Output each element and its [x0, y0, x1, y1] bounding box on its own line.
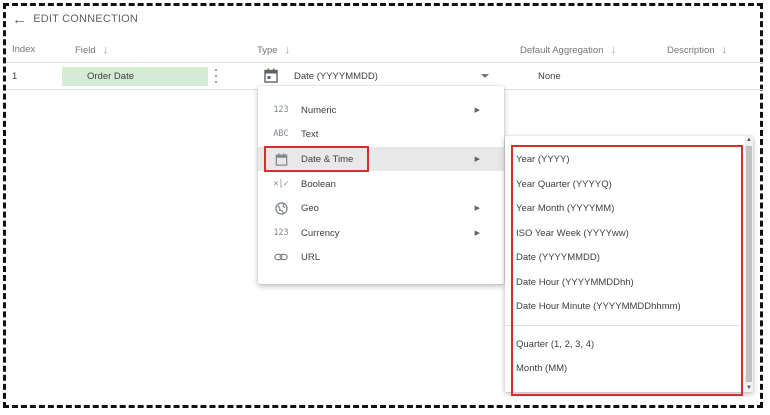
column-header-field[interactable]: Field ↓ [75, 44, 108, 56]
menu-item-text[interactable]: ABC Text [258, 122, 504, 146]
globe-icon [272, 201, 290, 215]
type-menu: 123 Numeric ▶ ABC Text Date & Time ▶ ×|✓… [258, 86, 504, 284]
highlight-box-submenu [511, 145, 743, 396]
scroll-down-icon[interactable]: ▼ [746, 385, 752, 391]
arrow-left-icon[interactable]: ← [12, 12, 27, 27]
submenu-scrollbar-thumb[interactable] [746, 146, 752, 382]
submenu-arrow-icon: ▶ [474, 205, 480, 212]
sort-arrow-icon[interactable]: ↓ [285, 44, 291, 56]
highlight-box-date-time [264, 146, 369, 172]
column-header-type[interactable]: Type ↓ [257, 44, 290, 56]
submenu-arrow-icon: ▶ [474, 230, 480, 237]
page-title: EDIT CONNECTION [33, 13, 139, 25]
dropdown-arrow-icon[interactable] [481, 74, 489, 78]
menu-item-geo[interactable]: Geo ▶ [258, 196, 504, 220]
field-name-chip[interactable]: Order Date [62, 67, 208, 86]
menu-item-numeric[interactable]: 123 Numeric ▶ [258, 98, 504, 122]
link-icon [272, 252, 290, 263]
more-vert-icon[interactable] [213, 67, 219, 85]
text-icon: ABC [273, 129, 289, 139]
numeric-icon: 123 [273, 105, 289, 115]
column-header-default-aggregation[interactable]: Default Aggregation ↓ [520, 44, 616, 56]
menu-item-url[interactable]: URL [258, 245, 504, 269]
page-header: ← EDIT CONNECTION [12, 7, 138, 31]
submenu-arrow-icon: ▶ [474, 107, 480, 114]
sort-arrow-icon[interactable]: ↓ [103, 44, 109, 56]
boolean-icon: ×|✓ [273, 179, 289, 189]
aggregation-value[interactable]: None [538, 71, 561, 82]
column-header-index: Index [12, 44, 36, 55]
scroll-up-icon[interactable]: ▲ [746, 137, 752, 143]
header-divider [6, 62, 764, 63]
calendar-icon [264, 68, 278, 83]
type-dropdown-value[interactable]: Date (YYYYMMDD) [294, 71, 378, 82]
row-index: 1 [12, 71, 18, 82]
submenu-arrow-icon: ▶ [474, 156, 480, 163]
menu-item-boolean[interactable]: ×|✓ Boolean [258, 172, 504, 196]
sort-arrow-icon[interactable]: ↓ [610, 44, 616, 56]
sort-arrow-icon[interactable]: ↓ [722, 44, 728, 56]
currency-icon: 123 [273, 228, 289, 238]
column-header-description[interactable]: Description ↓ [667, 44, 727, 56]
menu-item-currency[interactable]: 123 Currency ▶ [258, 221, 504, 245]
